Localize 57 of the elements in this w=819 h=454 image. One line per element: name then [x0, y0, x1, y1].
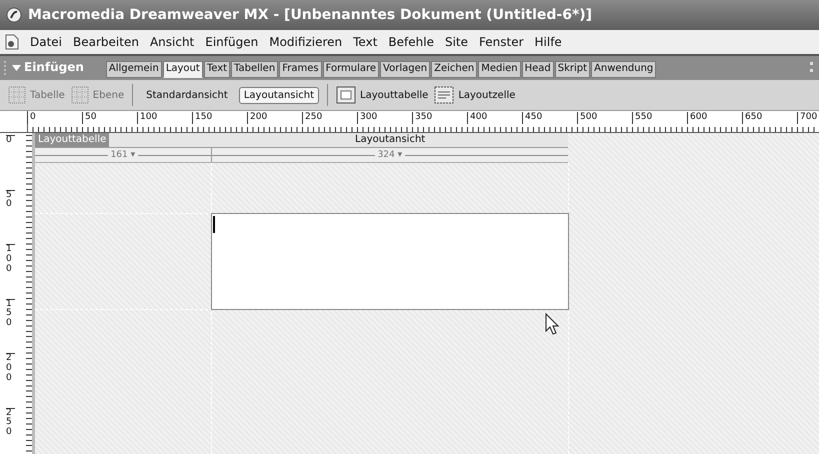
menu-item[interactable]: Bearbeiten	[73, 35, 139, 49]
tab[interactable]: Frames	[279, 61, 322, 78]
collapse-triangle-icon[interactable]	[12, 64, 21, 72]
view-button[interactable]: Layoutansicht	[238, 86, 320, 104]
ruler-label: 0	[27, 112, 36, 124]
tab[interactable]: Vorlagen	[380, 61, 430, 78]
tab[interactable]: Allgemein	[106, 61, 162, 78]
app-logo-icon	[6, 7, 22, 23]
tab[interactable]: Anwendung	[591, 61, 656, 78]
ruler-label: 100	[137, 112, 158, 124]
layout-cell[interactable]	[211, 213, 569, 310]
window-title: Macromedia Dreamweaver MX - [Unbenanntes Dokument (Untitled-6*)]	[28, 7, 592, 23]
ruler-label: 500	[577, 112, 598, 124]
layout-tool-button[interactable]: Layoutzelle	[434, 86, 516, 104]
tab[interactable]: Text	[204, 61, 230, 78]
tab[interactable]: Layout	[162, 61, 203, 78]
table-frame-icon	[336, 86, 356, 104]
ruler-label: 600	[687, 112, 708, 124]
grip-icon[interactable]	[810, 62, 816, 72]
tab[interactable]: Formulare	[322, 61, 380, 78]
ruler-label: 350	[412, 112, 432, 124]
cell-frame-icon	[434, 86, 454, 104]
ruler-label: 50	[82, 112, 96, 124]
column-width-label[interactable]: 324 ▾	[378, 150, 402, 160]
ruler-label: 550	[632, 112, 652, 124]
ruler-label: 450	[522, 112, 542, 124]
ruler-label: 700	[797, 112, 818, 124]
ruler-label: 650	[742, 112, 762, 124]
ruler-label: 300	[357, 112, 378, 124]
menu-item[interactable]: Ansicht	[150, 35, 194, 49]
layout-tool-button[interactable]: Layouttabelle	[336, 86, 428, 104]
mouse-pointer-icon	[545, 313, 559, 335]
tab[interactable]: Skript	[554, 61, 590, 78]
text-cursor	[213, 216, 215, 233]
view-label: Layoutansicht	[355, 133, 426, 147]
tab[interactable]: Medien	[478, 61, 521, 78]
tab[interactable]: Zeichen	[431, 61, 478, 78]
menu-item[interactable]: Modifizieren	[269, 35, 342, 49]
menu-item[interactable]: Befehle	[388, 35, 434, 49]
menu-item[interactable]: Text	[353, 35, 378, 49]
ruler-label: 150	[192, 112, 212, 124]
ruler-label: 400	[467, 112, 488, 124]
menu-item[interactable]: Site	[444, 35, 468, 49]
tab[interactable]: Tabellen	[231, 61, 278, 78]
document-icon[interactable]	[5, 34, 19, 50]
dotted-grid-icon	[70, 86, 89, 104]
menu-item[interactable]: Hilfe	[534, 35, 562, 49]
column-width-label[interactable]: 161 ▾	[110, 150, 136, 160]
view-button[interactable]: Standardansicht	[141, 86, 233, 104]
menu-item[interactable]: Einfügen	[205, 35, 258, 49]
tab[interactable]: Head	[522, 61, 554, 78]
grip-icon[interactable]	[4, 61, 9, 75]
dotted-grid-icon	[8, 86, 26, 104]
ruler-label: 200	[247, 112, 268, 124]
menu-item[interactable]: Fenster	[479, 35, 524, 49]
menu-item[interactable]: Datei	[30, 35, 62, 49]
ruler-label: 250	[302, 112, 322, 124]
